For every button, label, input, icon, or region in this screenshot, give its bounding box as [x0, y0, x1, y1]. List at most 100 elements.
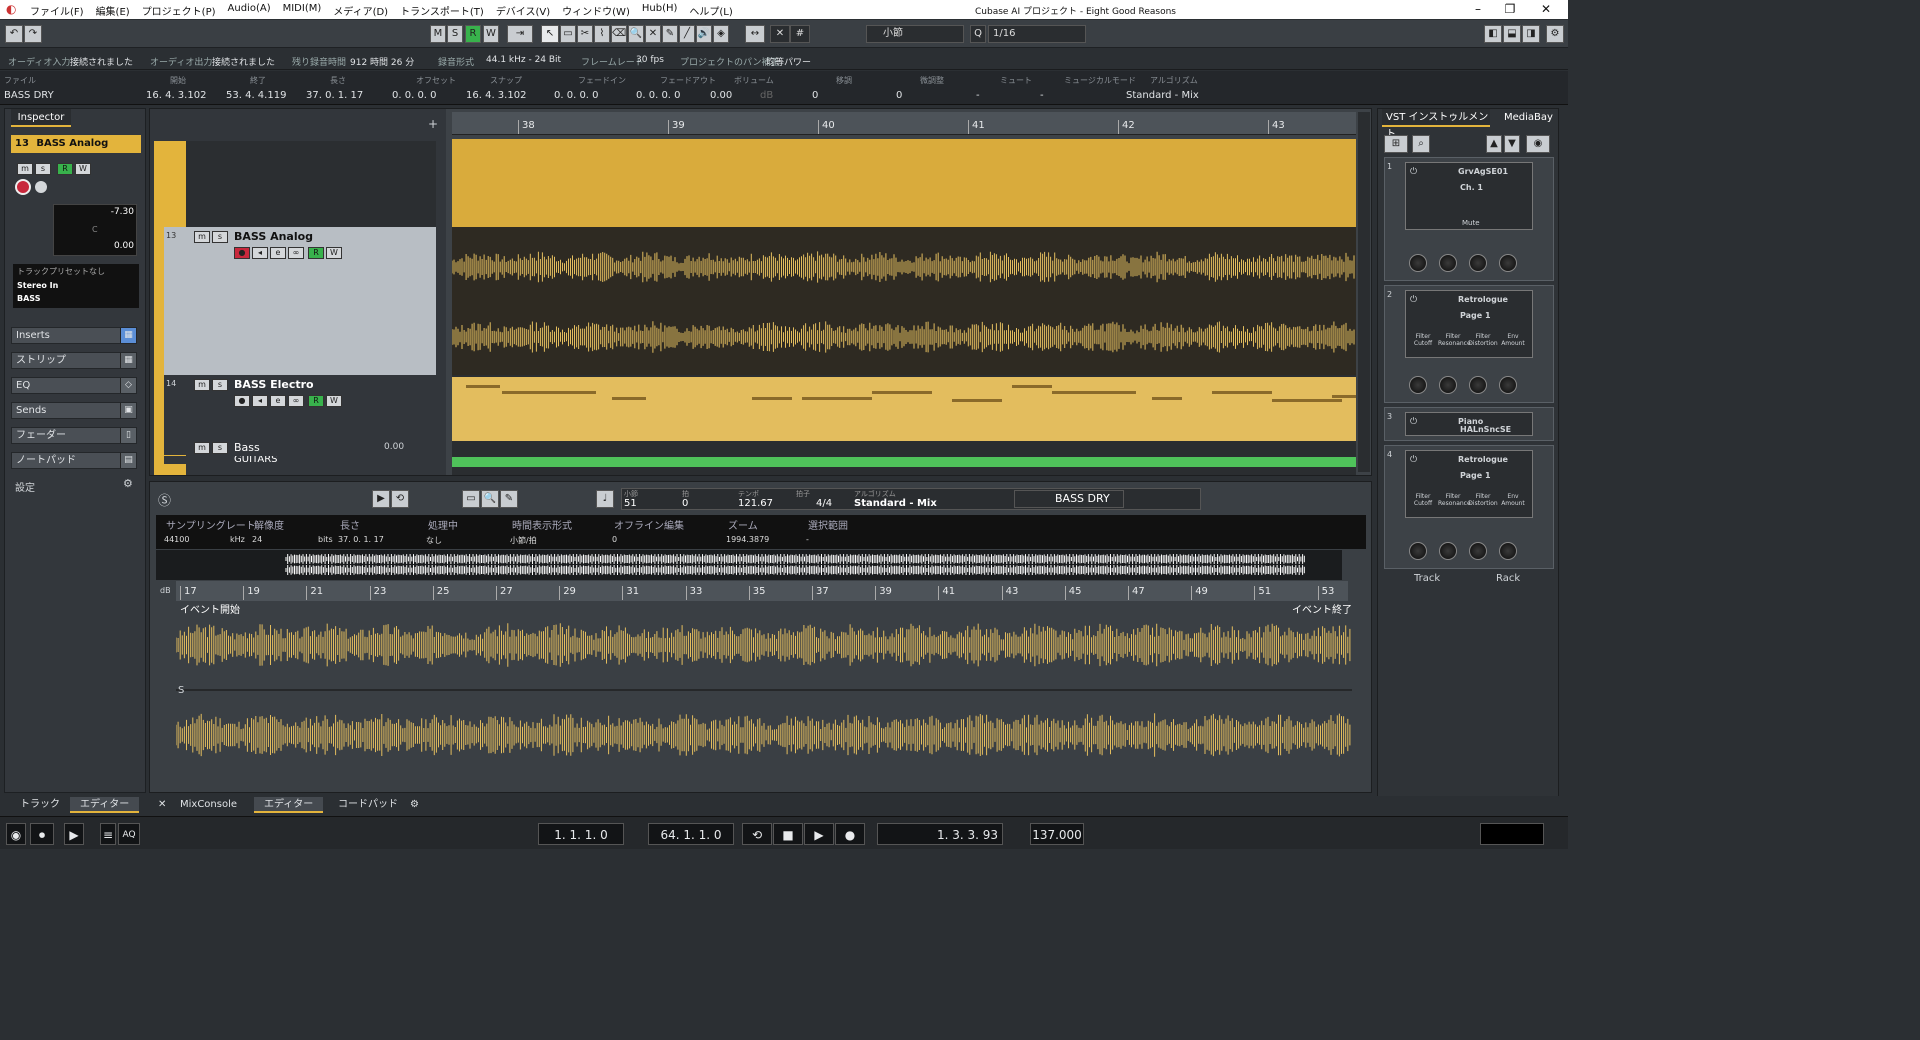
editor-waveform[interactable]: イベント開始 イベント終了 S: [175, 601, 1352, 785]
track-row-bass[interactable]: m s Bass 0.00: [164, 441, 436, 455]
power-icon[interactable]: ⏻: [1410, 167, 1417, 177]
left-locator[interactable]: 1. 1. 1. 0: [538, 823, 624, 845]
track-mute-button[interactable]: m: [194, 379, 210, 391]
track-preset[interactable]: トラックプリセットなし: [13, 264, 139, 279]
inspector-solo-button[interactable]: s: [35, 163, 51, 175]
instrument-slot-4[interactable]: 4 ⏻ Retrologue Page 1 Filter Cutoff Filter Re…: [1384, 445, 1554, 569]
menu-audio[interactable]: Audio(A): [228, 3, 271, 18]
add-track-icon[interactable]: +: [428, 117, 438, 131]
record-mode-icon[interactable]: ⏺: [30, 823, 54, 845]
editor-info-value[interactable]: 37. 0. 1. 17: [338, 535, 384, 544]
snap-to-zero-icon[interactable]: ✕: [770, 25, 790, 43]
grid-icon[interactable]: #: [790, 25, 810, 43]
erase-tool-icon[interactable]: ⌫: [611, 25, 627, 43]
quick-control-knob[interactable]: [1439, 376, 1457, 394]
mute-mode-button[interactable]: M: [430, 25, 446, 43]
editor-ruler[interactable]: 17 19 21 23 25 27 29 31 33 35 37 39 41 43 45 47 49 51 53: [176, 581, 1348, 601]
editor-solo-icon[interactable]: Ⓢ: [158, 490, 171, 509]
project-scrollbar[interactable]: [1358, 112, 1370, 472]
info-value[interactable]: 0.00: [710, 90, 732, 101]
editor-info-value[interactable]: 24: [252, 535, 262, 544]
power-icon[interactable]: ⏻: [1410, 295, 1417, 305]
grid-type-select[interactable]: 小節: [866, 25, 964, 43]
info-value[interactable]: 16. 4. 3.102: [466, 90, 526, 101]
track-write-button[interactable]: W: [326, 247, 342, 259]
add-instrument-icon[interactable]: ⊞: [1384, 135, 1408, 153]
color-tool-icon[interactable]: ◈: [713, 25, 729, 43]
instrument-panel[interactable]: ⏻ GrvAgSE01 Ch. 1 Mute: [1405, 162, 1533, 230]
monitor-icon[interactable]: [35, 181, 47, 193]
algorithm-select[interactable]: Standard - Mix: [854, 498, 937, 509]
quick-control-knob[interactable]: [1499, 254, 1517, 272]
play-tool-icon[interactable]: 🔊: [696, 25, 712, 43]
record-icon[interactable]: ●: [835, 823, 865, 845]
file-value[interactable]: BASS DRY: [4, 90, 54, 101]
zoom-tool-icon[interactable]: 🔍: [628, 25, 644, 43]
section-sends[interactable]: Sends ▣: [11, 402, 137, 419]
layout-bottom-icon[interactable]: ⬓: [1503, 25, 1521, 43]
track-row-bass-analog[interactable]: 13 m s BASS Analog ● ◂ e ∞ R W: [164, 227, 436, 375]
track-name[interactable]: GUITARS: [234, 456, 278, 464]
instrument-slot-1[interactable]: 1 ⏻ GrvAgSE01 Ch. 1 Mute: [1384, 157, 1554, 281]
menu-transport[interactable]: トランスポート(T): [400, 3, 484, 18]
section-strip[interactable]: ストリップ ▦: [11, 352, 137, 369]
info-value[interactable]: 0: [896, 90, 902, 101]
track-mute-button[interactable]: m: [194, 442, 210, 454]
line-tool-icon[interactable]: ╱: [679, 25, 695, 43]
output-routing[interactable]: BASS: [13, 292, 139, 305]
tempo-field[interactable]: 121.67: [738, 498, 773, 509]
info-value[interactable]: Standard - Mix: [1126, 90, 1199, 101]
inspector-mute-button[interactable]: m: [17, 163, 33, 175]
quick-control-knob[interactable]: [1409, 376, 1427, 394]
solo-mode-button[interactable]: S: [447, 25, 463, 43]
info-value[interactable]: 0. 0. 0. 0: [554, 90, 599, 101]
split-tool-icon[interactable]: ✂: [577, 25, 593, 43]
info-value[interactable]: 0: [812, 90, 818, 101]
zone-settings-icon[interactable]: ⚙: [400, 797, 429, 813]
midi-part-bass-electro[interactable]: [452, 377, 1356, 441]
instrument-slot-2[interactable]: 2 ⏻ Retrologue Page 1 Filter Cutoff Filter Re…: [1384, 285, 1554, 403]
track-solo-button[interactable]: s: [212, 379, 228, 391]
undo-icon[interactable]: ↶: [5, 25, 23, 43]
quick-control-knob[interactable]: [1469, 376, 1487, 394]
menu-window[interactable]: ウィンドウ(W): [562, 3, 630, 18]
editor-note-icon[interactable]: ♩: [596, 490, 614, 508]
quick-control-knob[interactable]: [1439, 542, 1457, 560]
beat-field[interactable]: 0: [682, 498, 688, 509]
tab-mixconsole[interactable]: MixConsole: [170, 797, 247, 813]
quick-control-knob[interactable]: [1409, 542, 1427, 560]
read-mode-button[interactable]: R: [465, 25, 481, 43]
guitars-part[interactable]: [452, 457, 1356, 467]
track-link-button[interactable]: ∞: [288, 247, 304, 259]
write-mode-button[interactable]: W: [483, 25, 499, 43]
tempo-display[interactable]: 137.000: [1030, 823, 1084, 845]
quick-control-knob[interactable]: [1499, 542, 1517, 560]
track-read-button[interactable]: R: [308, 395, 324, 407]
quick-control-knob[interactable]: [1409, 254, 1427, 272]
tab-vst-instruments[interactable]: VST インストゥルメント: [1382, 109, 1490, 140]
event-display[interactable]: [451, 139, 1356, 475]
track-name[interactable]: BASS Electro: [234, 378, 314, 391]
tab-track[interactable]: トラック: [10, 797, 70, 813]
editor-zoom-icon[interactable]: 🔍: [481, 490, 499, 508]
quantize-select[interactable]: 1/16: [988, 25, 1086, 43]
tab-mediabay[interactable]: MediaBay: [1504, 109, 1560, 127]
track-monitor-button[interactable]: ◂: [252, 395, 268, 407]
inspector-write-button[interactable]: W: [75, 163, 91, 175]
inspector-track-header[interactable]: 13 BASS Analog: [11, 135, 141, 153]
menu-devices[interactable]: デバイス(V): [496, 3, 550, 18]
channel-fader-area[interactable]: -7.30 C 0.00: [53, 204, 137, 256]
quick-control-knob[interactable]: [1469, 542, 1487, 560]
folder-part[interactable]: [452, 139, 1356, 227]
input-routing[interactable]: Stereo In: [13, 279, 139, 292]
instrument-slot-3[interactable]: 3 ⏻ Piano HALnSncSE: [1384, 407, 1554, 441]
timeline-ruler[interactable]: 38 39 40 41 42 43: [452, 112, 1356, 135]
editor-info-value[interactable]: 1994.3879: [726, 535, 769, 544]
section-eq[interactable]: EQ ◇: [11, 377, 137, 394]
section-fader[interactable]: フェーダー ▯: [11, 427, 137, 444]
menu-hub[interactable]: Hub(H): [642, 3, 678, 18]
transport-settings-icon[interactable]: ◉: [6, 823, 26, 845]
section-notepad[interactable]: ノートパッド ▤: [11, 452, 137, 469]
overview-waveform[interactable]: [156, 550, 1342, 580]
range-tool-icon[interactable]: ▭: [560, 25, 576, 43]
